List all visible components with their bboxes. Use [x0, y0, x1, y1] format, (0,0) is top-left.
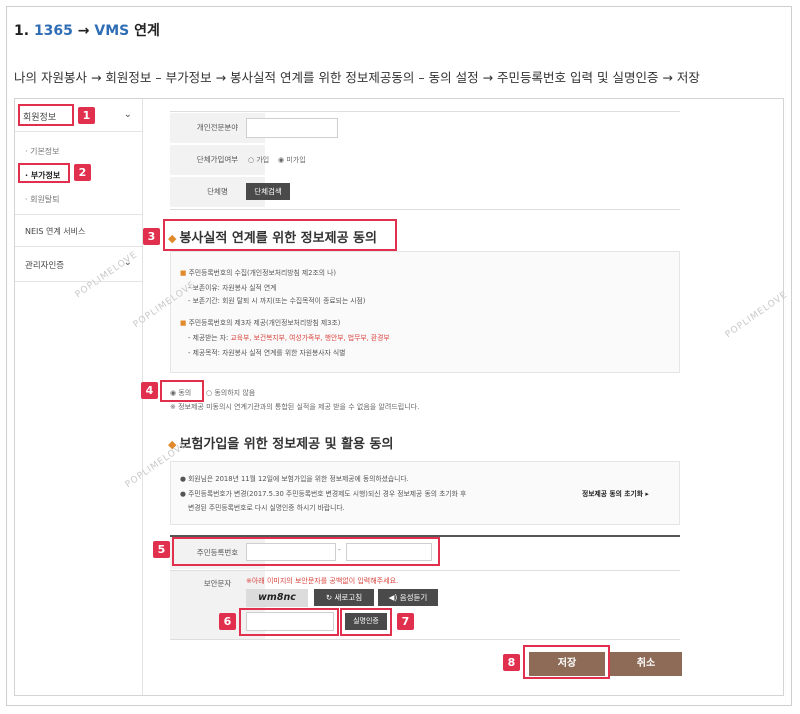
captcha-refresh-label: 새로고침 — [334, 593, 363, 602]
consent-reset-link[interactable]: 정보제공 동의 초기화 ▸ — [582, 488, 649, 498]
form-divider — [170, 639, 680, 640]
sidebar-item-withdraw[interactable]: · 회원탈퇴 — [25, 194, 60, 205]
highlight-captcha-input — [239, 608, 339, 636]
chevron-down-icon: ⌄ — [123, 109, 132, 120]
heading-arrow: → — [77, 23, 90, 39]
section1-line: ■ 주민등록번호의 수집(개인정보처리방침 제2조의 나) — [180, 267, 336, 277]
highlight-agree — [160, 380, 204, 402]
nojoin-radio[interactable]: ◉ 미가입 — [278, 155, 306, 165]
form-divider — [170, 111, 680, 112]
section1-agencies: 교육부, 보건복지부, 여성가족부, 행안부, 법무부, 환경부 — [230, 334, 390, 342]
section2-line: 변경된 주민등록번호로 다시 실명인증 하시기 바랍니다. — [188, 504, 345, 512]
main-content: 개인전문분야 단체가입여부 ○ 가입 ◉ 미가입 단체명 단체검색 ◆ 봉사실적 … — [144, 99, 784, 695]
sidebar: 회원정보 ⌄ · 기본정보 · 부가정보 · 회원탈퇴 NEIS 연계 서비스 … — [15, 99, 143, 695]
section2-title: ◆ 보험가입을 위한 정보제공 및 활용 동의 — [168, 433, 393, 452]
sidebar-item-basic[interactable]: · 기본정보 — [25, 146, 60, 157]
speaker-icon: ◀) — [388, 593, 398, 602]
highlight-extra-info — [18, 163, 70, 183]
page-heading: 1. 1365 → VMS 연계 — [14, 20, 160, 40]
nojoin-label: 미가입 — [286, 156, 306, 164]
step-badge-2: 2 — [74, 164, 91, 181]
step-description: 나의 자원봉사 → 회원정보 – 부가정보 → 봉사실적 연계를 위한 정보제공… — [14, 70, 700, 85]
step-badge-8: 8 — [503, 654, 520, 671]
captcha-image: wm8nc — [246, 589, 308, 607]
heading-target: VMS — [94, 23, 130, 39]
highlight-member-info — [18, 104, 74, 126]
captcha-audio-button[interactable]: ◀) 음성듣기 — [378, 589, 438, 606]
section1-line-prefix: - 제공받는 자: — [188, 334, 229, 342]
section1-line: - 제공목적: 자원봉사 실적 연계를 위한 자원봉사자 식별 — [188, 349, 346, 357]
step-badge-3: 3 — [143, 228, 160, 245]
refresh-icon: ↻ — [325, 593, 333, 602]
highlight-save — [523, 645, 610, 679]
highlight-verify — [340, 608, 392, 636]
highlight-section1-title — [163, 219, 397, 251]
captcha-audio-label: 음성듣기 — [399, 593, 428, 602]
join-radio[interactable]: ○ 가입 — [248, 155, 269, 165]
sidebar-divider — [15, 214, 142, 215]
section1-line: - 보존이유: 자원봉사 실적 연계 — [188, 284, 277, 292]
disagree-label: 동의하지 않음 — [214, 389, 256, 397]
section2-line-text: 주민등록번호가 변경(2017.5.30 주민등록번호 변경제도 시행)되신 경… — [188, 490, 467, 498]
sidebar-divider — [15, 131, 142, 132]
heading-suffix: 연계 — [134, 23, 160, 39]
section1-note: ※ 정보제공 미동의시 연계기관과의 통합된 실적을 제공 받을 수 없음을 알… — [170, 403, 420, 411]
sidebar-divider — [15, 281, 142, 282]
bullet-icon: ■ — [180, 319, 187, 327]
captcha-warning: ※아래 이미지의 보안문자를 공백없이 입력해주세요. — [246, 577, 399, 585]
heading-code: 1365 — [33, 23, 73, 39]
personal-field-input[interactable] — [246, 118, 338, 138]
step-badge-4: 4 — [141, 382, 158, 399]
disagree-radio[interactable]: ○ 동의하지 않음 — [206, 388, 255, 398]
step-badge-6: 6 — [219, 613, 236, 630]
heading-num: 1. — [14, 23, 30, 39]
sidebar-admin-label: 관리자인증 — [25, 261, 65, 271]
sidebar-item-neis[interactable]: NEIS 연계 서비스 — [25, 226, 152, 237]
form-divider — [170, 209, 680, 210]
section1-line: - 제공받는 자: 교육부, 보건복지부, 여성가족부, 행안부, 법무부, 환… — [188, 332, 390, 342]
section2-title-text: 보험가입을 위한 정보제공 및 활용 동의 — [179, 437, 394, 452]
highlight-rrn — [172, 537, 440, 566]
join-label: 가입 — [256, 156, 270, 164]
sidebar-divider — [15, 246, 142, 247]
section1-line-text: 주민등록번호의 수집(개인정보처리방침 제2조의 나) — [188, 269, 337, 277]
captcha-refresh-button[interactable]: ↻ 새로고침 — [314, 589, 374, 606]
group-search-button[interactable]: 단체검색 — [246, 183, 290, 200]
section1-line: ■ 주민등록번호의 제3자 제공(개인정보처리방침 제3조) — [180, 317, 340, 327]
bullet-icon: ■ — [180, 269, 187, 277]
cancel-button[interactable]: 취소 — [610, 652, 682, 676]
section2-line: ● 주민등록번호가 변경(2017.5.30 주민등록번호 변경제도 시행)되신… — [180, 490, 467, 498]
section2-line-text: 회원님은 2018년 11월 12일에 보험가입을 위한 정보제공에 동의하셨습… — [188, 475, 409, 483]
step-badge-1: 1 — [78, 107, 95, 124]
section1-line: - 보존기간: 회원 탈퇴 시 까지(또는 수집목적이 종료되는 시점) — [188, 297, 366, 305]
step-badge-5: 5 — [153, 541, 170, 558]
section2-line: ● 회원님은 2018년 11월 12일에 보험가입을 위한 정보제공에 동의하… — [180, 475, 409, 483]
section1-line-text: 주민등록번호의 제3자 제공(개인정보처리방침 제3조) — [188, 319, 341, 327]
step-badge-7: 7 — [397, 613, 414, 630]
